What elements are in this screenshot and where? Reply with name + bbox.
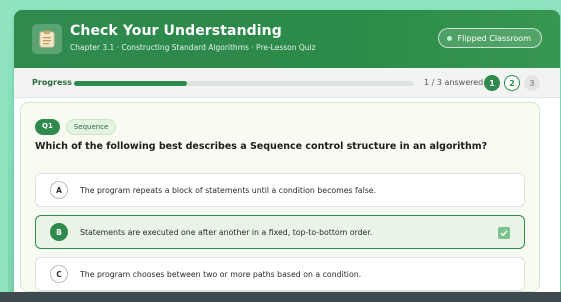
step-2-button[interactable]: 2 — [504, 75, 520, 91]
option-text: The program chooses between two or more … — [80, 269, 362, 279]
option-a[interactable]: A The program repeats a block of stateme… — [35, 173, 525, 207]
option-letter: C — [50, 265, 68, 283]
clipboard-icon — [32, 24, 62, 54]
option-b[interactable]: B Statements are executed one after anot… — [35, 215, 525, 249]
option-text: Statements are executed one after anothe… — [80, 227, 373, 237]
page-subtitle: Chapter 3.1 · Constructing Standard Algo… — [70, 43, 316, 52]
step-3-button[interactable]: 3 — [524, 75, 540, 91]
progress-bar-fill — [74, 81, 188, 86]
progress-row: Progress 1 / 3 answered 1 2 3 — [14, 68, 560, 98]
question-text-end: control structure in an algorithm? — [302, 141, 488, 152]
progress-label: Progress — [32, 78, 72, 87]
question-text-start: Which of the following best describes a — [35, 141, 250, 152]
page-title: Check Your Understanding — [70, 23, 282, 39]
question-text-keyword: Sequence — [249, 141, 303, 152]
flipped-classroom-badge[interactable]: Flipped Classroom — [437, 28, 542, 48]
step-1-button[interactable]: 1 — [484, 75, 500, 91]
question-topic-badge: Sequence — [65, 119, 117, 135]
checkmark-icon — [498, 227, 510, 239]
option-letter: A — [50, 181, 68, 199]
question-text: Which of the following best describes a … — [35, 141, 535, 152]
option-text: The program repeats a block of statement… — [80, 185, 377, 195]
background-edge-bottom — [0, 292, 561, 302]
question-panel: Q1 Sequence Which of the following best … — [20, 102, 540, 292]
option-c[interactable]: C The program chooses between two or mor… — [35, 257, 525, 291]
answered-count: 1 / 3 answered — [424, 78, 484, 87]
option-letter: B — [50, 223, 68, 241]
status-dot-icon — [446, 35, 452, 41]
progress-bar — [74, 81, 414, 86]
question-tags: Q1 Sequence — [35, 119, 117, 135]
question-number-badge: Q1 — [35, 119, 60, 135]
quiz-header: Check Your Understanding Chapter 3.1 · C… — [14, 10, 560, 68]
background-edge-left — [0, 0, 8, 302]
badge-label: Flipped Classroom — [457, 33, 532, 43]
